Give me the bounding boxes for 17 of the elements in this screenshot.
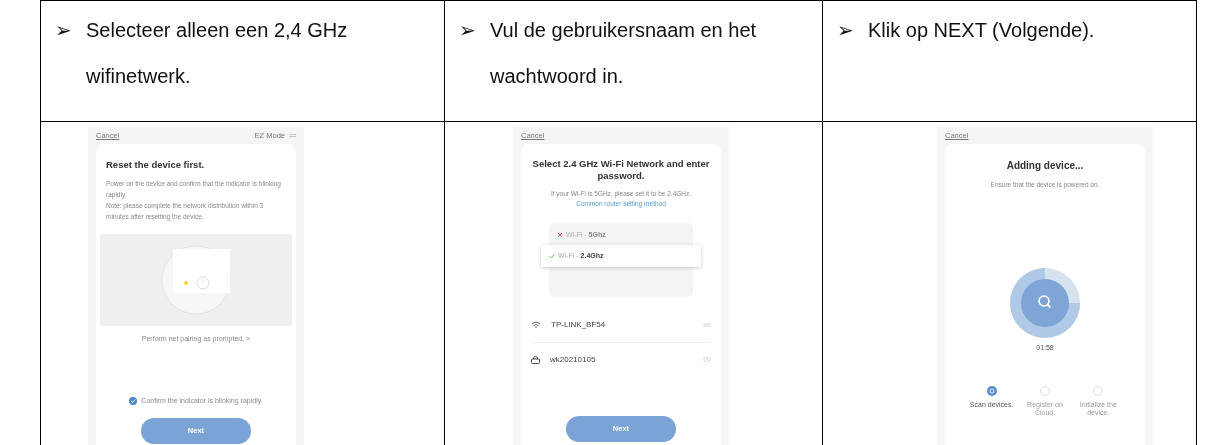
bullet-marker: ➢ — [459, 18, 476, 43]
instruction-text: Selecteer alleen een 2,4 GHz wifinetwerk. — [86, 18, 349, 89]
device-drawing — [161, 245, 231, 316]
lock-icon — [531, 355, 540, 365]
search-progress-icon — [1010, 268, 1080, 338]
swap-icon — [289, 133, 296, 138]
network-name-field[interactable]: TP-LINK_BF54 — [551, 319, 693, 332]
instruction-text: Klik op NEXT (Volgende). — [868, 18, 1095, 43]
bullet-marker: ➢ — [55, 18, 72, 43]
wifi-icon — [531, 321, 541, 330]
password-field[interactable]: wk20210105 — [550, 353, 693, 366]
screen-title: Adding device... — [1005, 159, 1085, 173]
screen-title: Select 2.4 GHz Wi-Fi Network and enter password. — [531, 158, 711, 182]
bullet-marker: ➢ — [837, 18, 854, 43]
screen-title: Reset the device first. — [106, 158, 206, 172]
instruction-text: Vul de gebruikersnaam en het wachtwoord in. — [490, 18, 758, 89]
eye-icon — [703, 357, 711, 363]
